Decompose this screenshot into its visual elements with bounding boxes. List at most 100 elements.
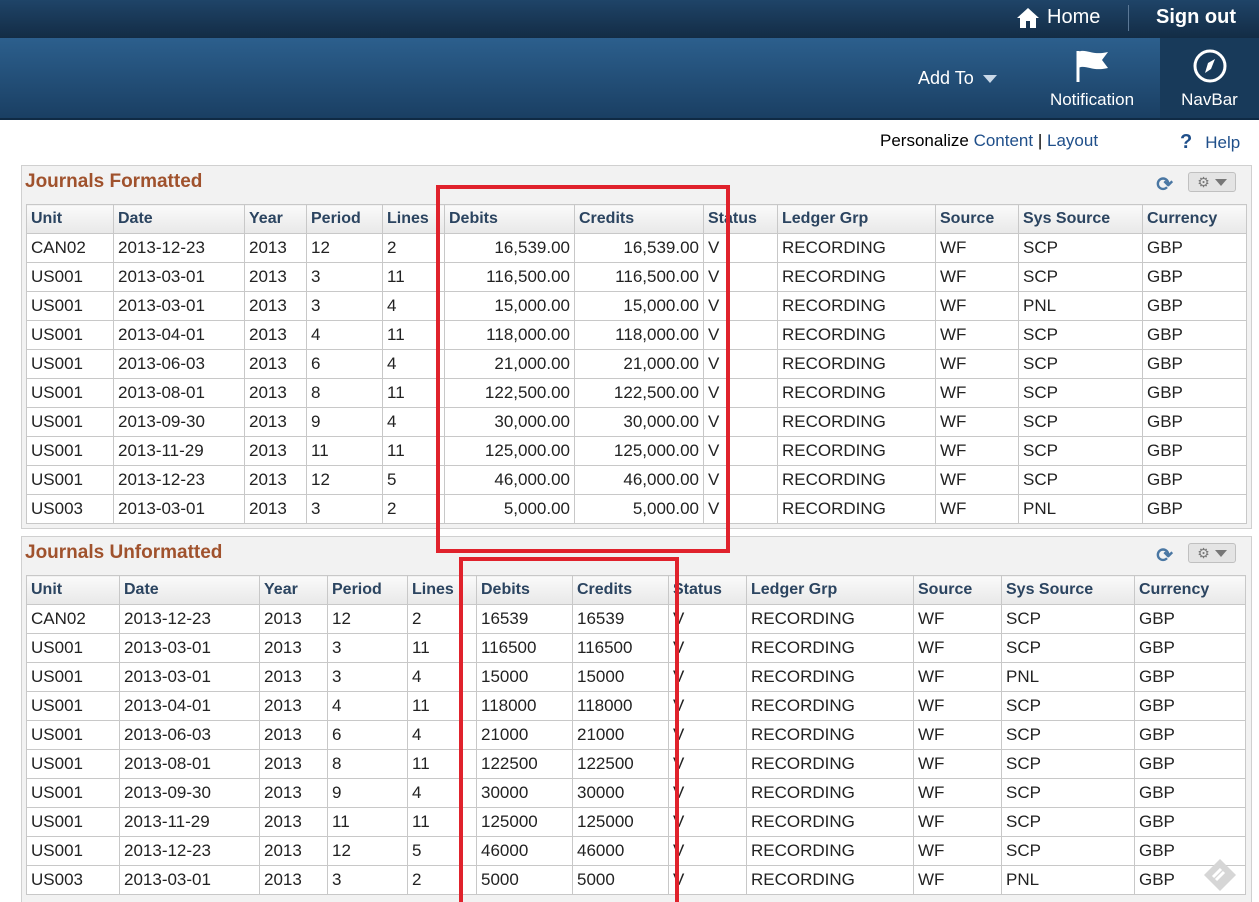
table-cell: 4: [407, 662, 477, 692]
table-cell: V: [668, 749, 747, 779]
column-header[interactable]: Sys Source: [1018, 204, 1143, 234]
table-cell: US001: [26, 407, 114, 437]
column-header[interactable]: Sys Source: [1001, 575, 1135, 605]
table-cell: WF: [935, 378, 1019, 408]
column-header[interactable]: Status: [668, 575, 747, 605]
chevron-down-icon: [982, 74, 997, 83]
table-cell: GBP: [1134, 604, 1246, 634]
table-cell: 116500: [476, 633, 573, 663]
link-separator: |: [1037, 131, 1043, 150]
pagelet-options-button[interactable]: ⚙: [1188, 172, 1236, 192]
pagelet-title: Journals Formatted: [25, 171, 203, 192]
column-header[interactable]: Ledger Grp: [777, 204, 936, 234]
table-cell: 5000: [476, 865, 573, 895]
table-cell: 16539: [572, 604, 669, 634]
table-cell: 11: [407, 633, 477, 663]
table-row: US001 2013-06-03 2013 6 4 21,000.00 21,000.00 V…: [26, 349, 1247, 379]
feedback-icon[interactable]: [1202, 857, 1238, 893]
table-cell: 2013-03-01: [113, 291, 245, 321]
navbar-button[interactable]: NavBar: [1160, 38, 1259, 118]
column-header[interactable]: Status: [703, 204, 778, 234]
table-header-row: Unit Date Year Period Lines Debits Credits Stat…: [26, 575, 1246, 605]
table-cell: 3: [327, 633, 408, 663]
table-cell: 2: [407, 604, 477, 634]
pagelet-options-button[interactable]: ⚙: [1188, 543, 1236, 563]
table-cell: RECORDING: [777, 378, 936, 408]
table-cell: US001: [26, 720, 120, 750]
table-cell: US001: [26, 262, 114, 292]
column-header[interactable]: Unit: [26, 575, 120, 605]
layout-link[interactable]: Layout: [1047, 131, 1098, 150]
column-header[interactable]: Date: [119, 575, 260, 605]
column-header[interactable]: Debits: [444, 204, 575, 234]
table-cell: 46000: [572, 836, 669, 866]
help-label: Help: [1205, 132, 1241, 152]
table-cell: WF: [913, 633, 1002, 663]
table-cell: 11: [306, 436, 383, 466]
column-header[interactable]: Ledger Grp: [746, 575, 914, 605]
column-header[interactable]: Year: [244, 204, 307, 234]
table-cell: WF: [935, 349, 1019, 379]
table-cell: 122500: [572, 749, 669, 779]
chevron-down-icon: [1214, 549, 1227, 557]
table-cell: CAN02: [26, 604, 120, 634]
column-header[interactable]: Date: [113, 204, 245, 234]
table-cell: 2013-12-23: [113, 465, 245, 495]
table-cell: 30000: [572, 778, 669, 808]
table-cell: US003: [26, 494, 114, 524]
table-cell: US001: [26, 691, 120, 721]
column-header[interactable]: Year: [259, 575, 328, 605]
refresh-icon[interactable]: ⟳: [1156, 172, 1173, 197]
table-cell: 5,000.00: [444, 494, 575, 524]
column-header[interactable]: Source: [913, 575, 1002, 605]
table-cell: 125,000.00: [574, 436, 704, 466]
column-header[interactable]: Credits: [572, 575, 669, 605]
flag-icon: [1076, 50, 1108, 82]
table-cell: 2013-11-29: [113, 436, 245, 466]
journals-unformatted-pagelet: Journals Unformatted ⟳ ⚙ Unit Date Year Per…: [21, 536, 1252, 902]
column-header[interactable]: Period: [306, 204, 383, 234]
help-link[interactable]: ? Help: [1180, 131, 1240, 154]
table-cell: WF: [935, 436, 1019, 466]
refresh-icon[interactable]: ⟳: [1156, 543, 1173, 568]
table-cell: SCP: [1018, 262, 1143, 292]
column-header[interactable]: Currency: [1134, 575, 1246, 605]
content-link[interactable]: Content: [974, 131, 1034, 150]
table-cell: V: [703, 436, 778, 466]
table-cell: 125,000.00: [444, 436, 575, 466]
table-cell: 21,000.00: [444, 349, 575, 379]
table-cell: US001: [26, 291, 114, 321]
column-header[interactable]: Currency: [1142, 204, 1247, 234]
table-cell: 3: [306, 262, 383, 292]
table-cell: WF: [935, 494, 1019, 524]
column-header[interactable]: Period: [327, 575, 408, 605]
table-cell: 21,000.00: [574, 349, 704, 379]
table-row: US001 2013-12-23 2013 12 5 46,000.00 46,000.00…: [26, 465, 1247, 495]
table-cell: 2: [407, 865, 477, 895]
table-cell: 118,000.00: [574, 320, 704, 350]
column-header[interactable]: Debits: [476, 575, 573, 605]
table-cell: SCP: [1001, 807, 1135, 837]
add-to-menu[interactable]: Add To: [918, 68, 997, 89]
add-to-label: Add To: [918, 68, 974, 88]
table-cell: 9: [306, 407, 383, 437]
column-header[interactable]: Lines: [382, 204, 445, 234]
table-cell: 2013-12-23: [119, 604, 260, 634]
column-header[interactable]: Source: [935, 204, 1019, 234]
table-cell: WF: [935, 262, 1019, 292]
journals-formatted-table: Unit Date Year Period Lines Debits Credits Stat…: [26, 204, 1247, 524]
home-link[interactable]: Home: [1016, 6, 1100, 29]
table-cell: 5: [407, 836, 477, 866]
column-header[interactable]: Unit: [26, 204, 114, 234]
table-cell: 2013-04-01: [119, 691, 260, 721]
table-cell: WF: [913, 720, 1002, 750]
notification-button[interactable]: Notification: [1030, 48, 1154, 110]
column-header[interactable]: Lines: [407, 575, 477, 605]
table-cell: V: [703, 407, 778, 437]
sign-out-link[interactable]: Sign out: [1156, 6, 1236, 29]
table-row: US001 2013-08-01 2013 8 11 122500 122500 V RECOR…: [26, 749, 1246, 779]
table-cell: PNL: [1018, 291, 1143, 321]
table-cell: GBP: [1134, 807, 1246, 837]
column-header[interactable]: Credits: [574, 204, 704, 234]
table-cell: 2: [382, 494, 445, 524]
